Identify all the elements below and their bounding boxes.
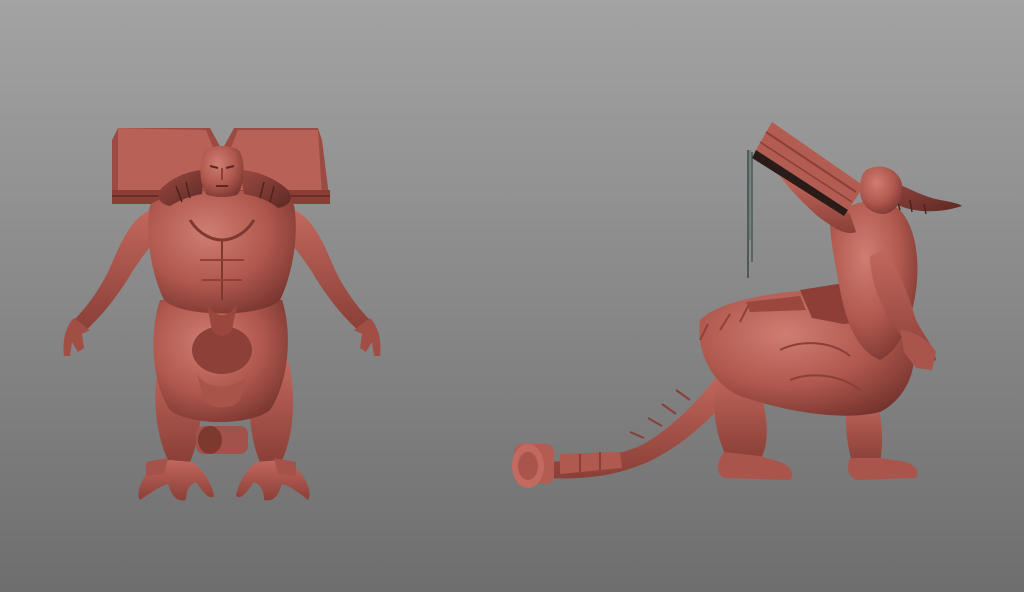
viewport-canvas bbox=[0, 0, 1024, 592]
tail-club bbox=[196, 426, 248, 454]
head bbox=[200, 146, 244, 197]
sculpt-viewport[interactable] bbox=[0, 0, 1024, 592]
